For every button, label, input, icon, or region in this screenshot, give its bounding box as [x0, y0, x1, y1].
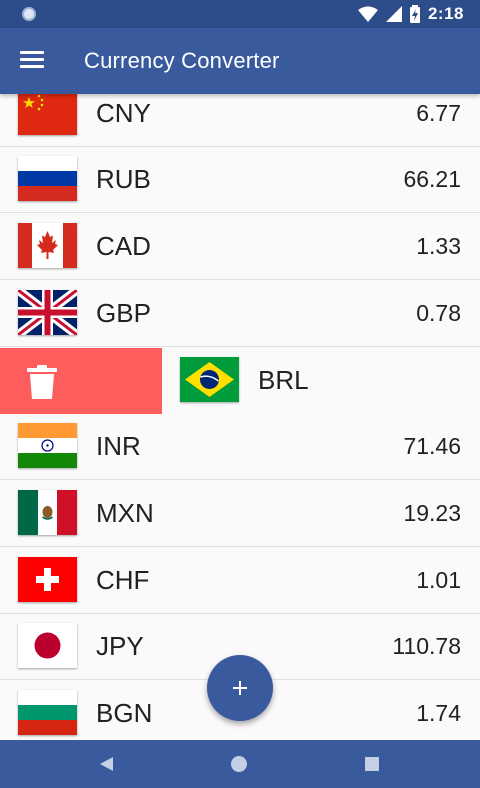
- status-icons: 2:18: [357, 4, 464, 24]
- back-triangle-icon[interactable]: [96, 754, 116, 774]
- currency-code: MXN: [96, 498, 154, 528]
- bulgaria-flag-icon: [18, 690, 77, 735]
- currency-row-inr[interactable]: INR 71.46: [0, 414, 480, 480]
- currency-list[interactable]: CNY 6.77 RUB 66.21 CAD 1.33 GBP 0.78 BRL…: [0, 94, 480, 740]
- currency-rate: 1.33: [416, 233, 461, 259]
- currency-code: CAD: [96, 231, 151, 261]
- currency-code: CNY: [96, 98, 151, 128]
- wifi-icon: [357, 6, 378, 22]
- recents-square-icon[interactable]: [362, 754, 382, 774]
- currency-row-chf[interactable]: CHF 1.01: [0, 548, 480, 614]
- currency-code: BGN: [96, 698, 153, 728]
- app-bar: Currency Converter: [0, 28, 480, 94]
- currency-rate: 0.78: [416, 300, 461, 326]
- currency-code: JPY: [96, 631, 144, 661]
- india-flag-icon: [18, 423, 77, 468]
- uk-flag-icon: [18, 290, 77, 335]
- currency-rate: 6.77: [416, 100, 461, 126]
- app-title: Currency Converter: [84, 48, 280, 73]
- hamburger-menu-icon[interactable]: [20, 50, 44, 70]
- delete-action[interactable]: [0, 348, 162, 414]
- currency-row-cad[interactable]: CAD 1.33: [0, 214, 480, 280]
- currency-rate: 71.46: [403, 433, 461, 459]
- currency-code: BRL: [258, 365, 309, 395]
- currency-row-cny[interactable]: CNY 6.77: [0, 94, 480, 147]
- mexico-flag-icon: [18, 490, 77, 535]
- currency-rate: 19.23: [403, 500, 461, 526]
- currency-code: GBP: [96, 298, 151, 328]
- china-flag-icon: [18, 94, 77, 135]
- currency-rate: 1.74: [416, 700, 461, 726]
- currency-rate: 1.01: [416, 567, 461, 593]
- add-currency-button[interactable]: [207, 655, 273, 721]
- signal-icon: [385, 6, 402, 22]
- currency-code: CHF: [96, 565, 150, 595]
- currency-code: INR: [96, 431, 141, 461]
- swiped-row-content[interactable]: BRL: [162, 348, 480, 414]
- currency-row-gbp[interactable]: GBP 0.78: [0, 281, 480, 347]
- notification-dot-icon: [22, 7, 36, 21]
- currency-code: RUB: [96, 164, 151, 194]
- trash-icon[interactable]: [27, 365, 57, 399]
- plus-icon-vertical: [239, 681, 241, 695]
- canada-flag-icon: [18, 223, 77, 268]
- home-circle-icon[interactable]: [229, 754, 249, 774]
- currency-rate: 66.21: [403, 166, 461, 192]
- currency-row-brl[interactable]: BRL: [0, 348, 480, 414]
- currency-rate: 110.78: [392, 633, 461, 659]
- battery-icon: [409, 5, 420, 23]
- japan-flag-icon: [18, 623, 77, 668]
- russia-flag-icon: [18, 156, 77, 201]
- status-time: 2:18: [427, 4, 464, 23]
- currency-row-mxn[interactable]: MXN 19.23: [0, 481, 480, 547]
- switzerland-flag-icon: [18, 557, 77, 602]
- navigation-bar: [0, 740, 480, 788]
- currency-row-rub[interactable]: RUB 66.21: [0, 147, 480, 213]
- status-bar: 2:18: [0, 0, 480, 28]
- brazil-flag-icon: [180, 357, 239, 402]
